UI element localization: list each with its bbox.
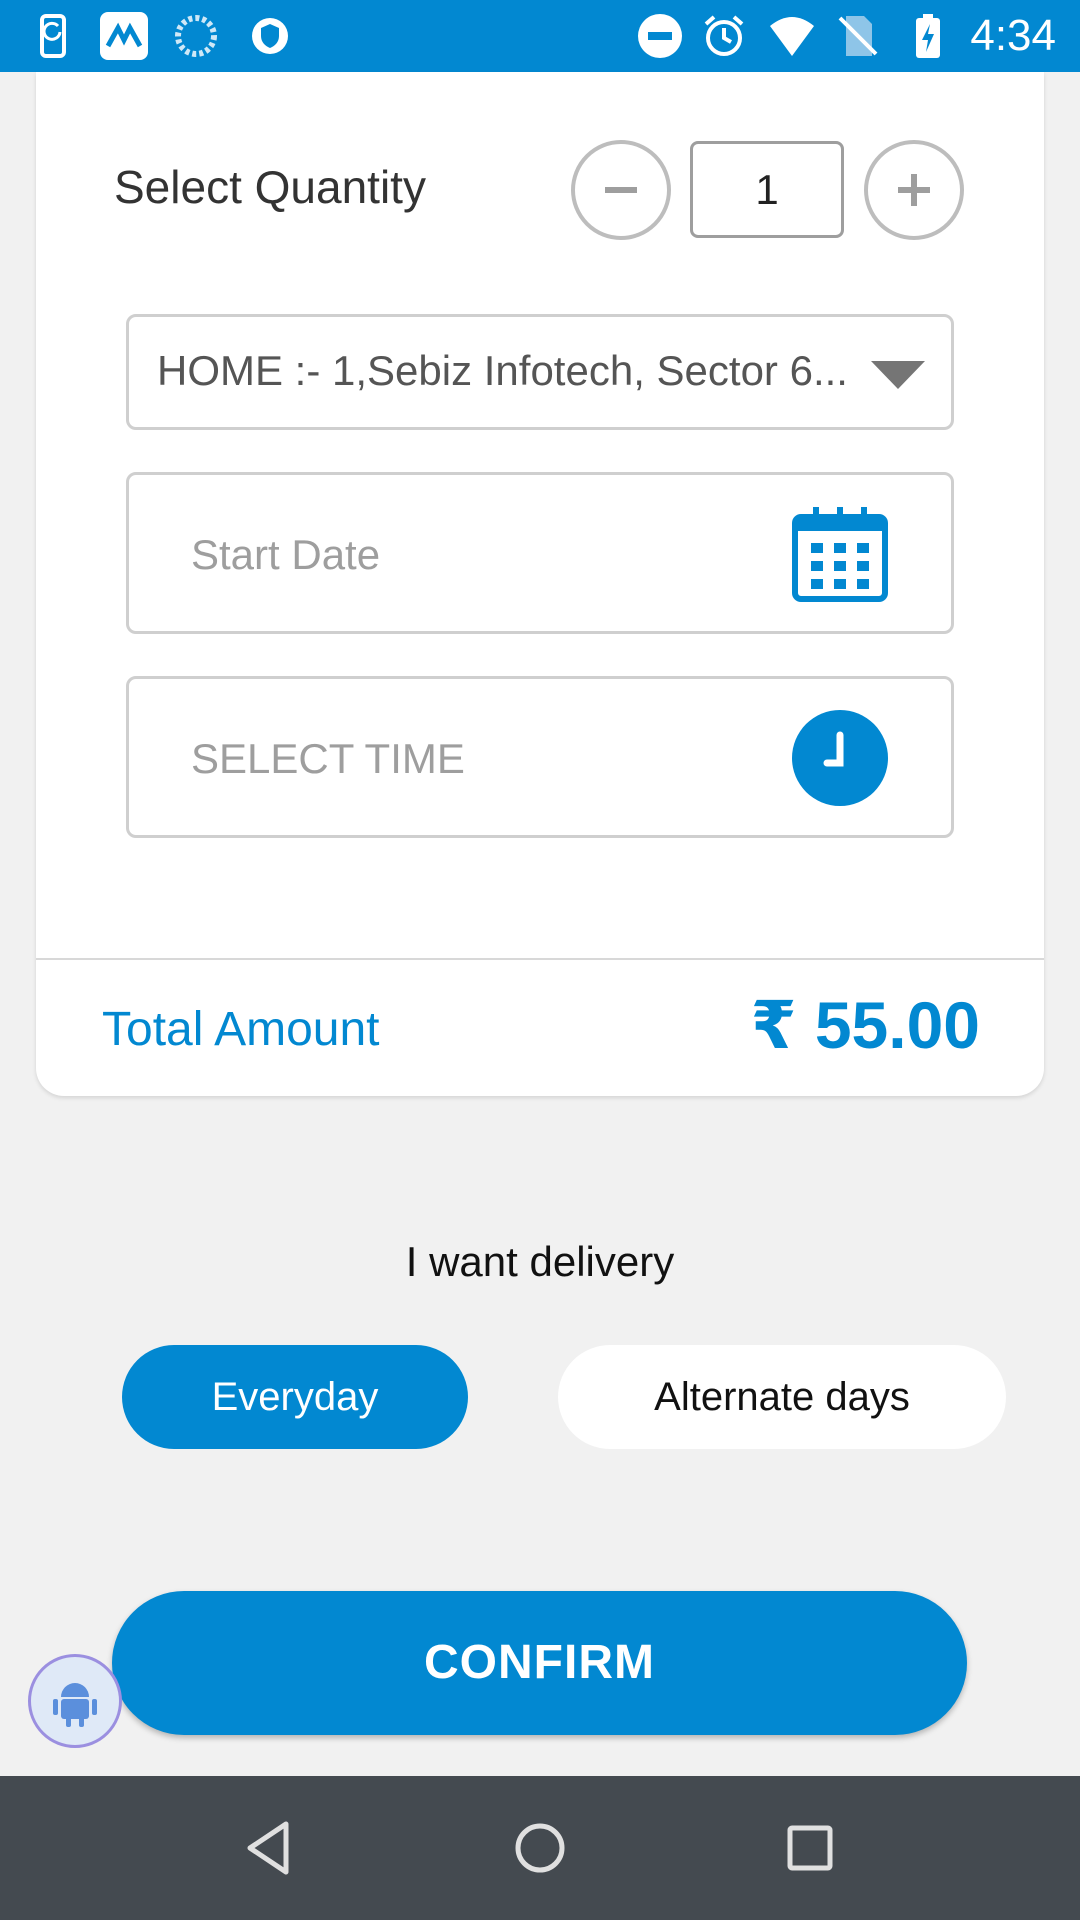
clock-icon[interactable] — [791, 709, 889, 807]
quantity-label: Select Quantity — [114, 161, 426, 213]
recents-icon[interactable] — [778, 1816, 842, 1880]
battery-charging-icon — [916, 14, 940, 58]
wifi-icon — [770, 17, 814, 56]
alarm-icon — [704, 15, 744, 56]
order-card: Select Quantity 1 HOME :- 1,Sebiz Infote… — [36, 72, 1044, 1096]
do-not-disturb-icon — [638, 14, 682, 58]
quantity-value[interactable]: 1 — [690, 141, 844, 238]
home-icon[interactable] — [508, 1816, 572, 1880]
total-amount-value: ₹ 55.00 — [750, 988, 980, 1062]
loading-icon — [175, 15, 217, 57]
no-sim-icon — [838, 16, 878, 56]
start-date-placeholder: Start Date — [191, 531, 381, 578]
android-icon — [53, 1683, 97, 1727]
time-field[interactable]: SELECT TIME — [126, 676, 954, 838]
decrease-quantity-button[interactable] — [571, 140, 671, 240]
status-time: 4:34 — [970, 11, 1056, 60]
confirm-button[interactable]: CONFIRM — [112, 1591, 967, 1735]
status-bar: 4:34 — [0, 0, 1080, 72]
address-selected: HOME :- 1,Sebiz Infotech, Sector 6... — [157, 347, 848, 394]
card-divider — [36, 958, 1044, 960]
everyday-option[interactable]: Everyday — [122, 1345, 468, 1449]
back-icon[interactable] — [238, 1816, 302, 1880]
system-nav-bar — [0, 1776, 1080, 1920]
time-placeholder: SELECT TIME — [191, 735, 465, 782]
address-dropdown[interactable]: HOME :- 1,Sebiz Infotech, Sector 6... — [126, 314, 954, 430]
android-assistant-button[interactable] — [28, 1654, 122, 1748]
vpn-shield-icon — [252, 18, 288, 54]
delivery-label: I want delivery — [405, 1238, 675, 1285]
increase-quantity-button[interactable] — [864, 140, 964, 240]
dropdown-arrow-icon — [871, 361, 925, 389]
calendar-icon[interactable] — [791, 505, 889, 603]
app-logo-icon — [100, 12, 148, 60]
alternate-days-option[interactable]: Alternate days — [558, 1345, 1006, 1449]
minus-icon — [605, 187, 637, 193]
plus-icon — [898, 174, 930, 206]
total-amount-label: Total Amount — [102, 1003, 380, 1056]
start-date-field[interactable]: Start Date — [126, 472, 954, 634]
phone-sync-icon — [40, 14, 66, 58]
